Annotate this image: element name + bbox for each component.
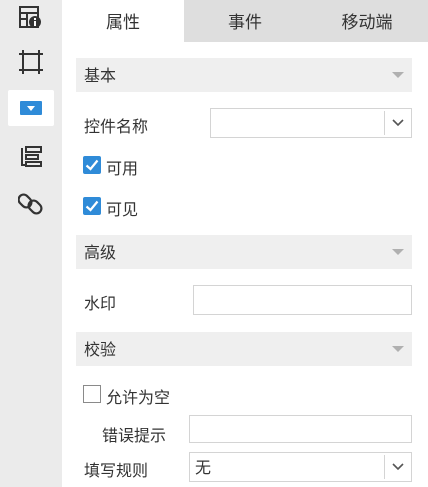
tab-properties[interactable]: 属性 — [62, 0, 184, 42]
icon-rail — [0, 0, 62, 487]
collapse-caret-icon — [392, 346, 404, 352]
enabled-label: 可用 — [106, 159, 139, 178]
section-validation-title: 校验 — [84, 340, 117, 359]
watermark-label: 水印 — [84, 294, 117, 313]
section-validation[interactable]: 校验 — [76, 332, 412, 366]
allow-empty-label: 允许为空 — [106, 388, 171, 407]
rail-button-layout[interactable] — [8, 138, 54, 174]
link-icon — [18, 193, 43, 215]
rail-button-frame[interactable] — [8, 44, 54, 80]
checkmark-icon — [85, 200, 99, 212]
visible-label: 可见 — [106, 200, 139, 219]
section-advanced-title: 高级 — [84, 243, 117, 262]
rail-button-dropdown-widget[interactable] — [8, 90, 54, 126]
chevron-down-icon[interactable] — [385, 109, 411, 137]
tab-mobile[interactable]: 移动端 — [306, 0, 428, 42]
frame-icon — [19, 50, 43, 74]
error-hint-input[interactable] — [189, 415, 412, 443]
tab-events[interactable]: 事件 — [184, 0, 306, 42]
fill-rule-select[interactable]: 无 — [189, 452, 412, 482]
rail-button-report-info[interactable] — [8, 0, 54, 36]
section-advanced[interactable]: 高级 — [76, 235, 412, 269]
fill-rule-label: 填写规则 — [84, 461, 149, 480]
panel-tabs: 属性 事件 移动端 — [62, 0, 428, 42]
collapse-caret-icon — [392, 249, 404, 255]
section-basic[interactable]: 基本 — [76, 58, 412, 92]
layout-icon — [21, 146, 42, 167]
enabled-checkbox[interactable] — [83, 156, 101, 174]
error-hint-label: 错误提示 — [102, 426, 167, 445]
fill-rule-value: 无 — [195, 458, 212, 477]
visible-checkbox[interactable] — [83, 197, 101, 215]
report-info-icon — [19, 6, 41, 28]
chevron-down-icon[interactable] — [385, 453, 411, 481]
section-basic-title: 基本 — [84, 66, 117, 85]
dropdown-widget-icon — [20, 101, 42, 115]
watermark-input[interactable] — [193, 285, 412, 315]
allow-empty-checkbox[interactable] — [83, 385, 101, 403]
collapse-caret-icon — [392, 72, 404, 78]
rail-button-link[interactable] — [8, 186, 54, 222]
properties-panel: 属性 事件 移动端 基本 控件名称 可用 可见 高级 水印 校验 允许为空 错误… — [62, 0, 428, 487]
checkmark-icon — [85, 159, 99, 171]
widget-name-combobox[interactable] — [210, 108, 412, 138]
widget-name-label: 控件名称 — [84, 117, 149, 136]
